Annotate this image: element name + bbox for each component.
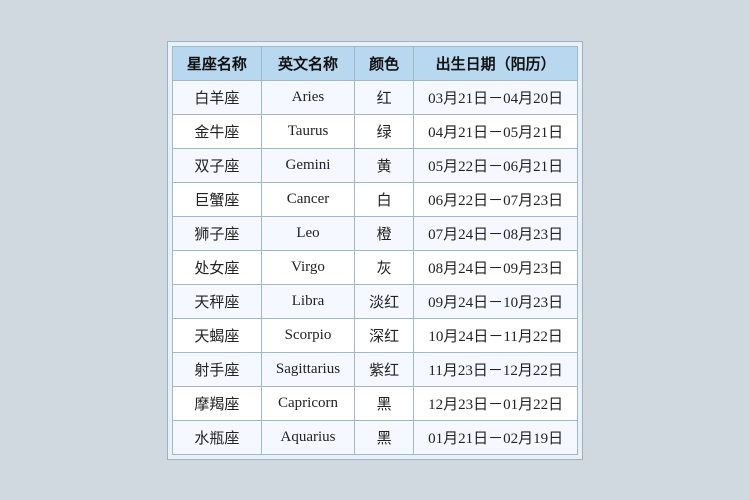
zodiac-table: 星座名称 英文名称 颜色 出生日期（阳历） 白羊座Aries红03月21日－04… bbox=[172, 46, 578, 455]
cell-r7-c0: 天蝎座 bbox=[172, 318, 261, 352]
table-row: 射手座Sagittarius紫红11月23日－12月22日 bbox=[172, 352, 577, 386]
col-header-color: 颜色 bbox=[355, 46, 414, 80]
cell-r5-c2: 灰 bbox=[355, 250, 414, 284]
table-row: 狮子座Leo橙07月24日－08月23日 bbox=[172, 216, 577, 250]
cell-r7-c2: 深红 bbox=[355, 318, 414, 352]
table-row: 处女座Virgo灰08月24日－09月23日 bbox=[172, 250, 577, 284]
cell-r4-c1: Leo bbox=[261, 216, 354, 250]
cell-r2-c0: 双子座 bbox=[172, 148, 261, 182]
cell-r9-c0: 摩羯座 bbox=[172, 386, 261, 420]
col-header-chinese-name: 星座名称 bbox=[172, 46, 261, 80]
cell-r10-c2: 黑 bbox=[355, 420, 414, 454]
cell-r6-c2: 淡红 bbox=[355, 284, 414, 318]
table-row: 金牛座Taurus绿04月21日－05月21日 bbox=[172, 114, 577, 148]
cell-r9-c3: 12月23日－01月22日 bbox=[414, 386, 578, 420]
cell-r0-c3: 03月21日－04月20日 bbox=[414, 80, 578, 114]
cell-r1-c0: 金牛座 bbox=[172, 114, 261, 148]
cell-r0-c1: Aries bbox=[261, 80, 354, 114]
table-header-row: 星座名称 英文名称 颜色 出生日期（阳历） bbox=[172, 46, 577, 80]
cell-r9-c1: Capricorn bbox=[261, 386, 354, 420]
cell-r8-c2: 紫红 bbox=[355, 352, 414, 386]
table-row: 水瓶座Aquarius黑01月21日－02月19日 bbox=[172, 420, 577, 454]
cell-r8-c1: Sagittarius bbox=[261, 352, 354, 386]
cell-r9-c2: 黑 bbox=[355, 386, 414, 420]
cell-r2-c2: 黄 bbox=[355, 148, 414, 182]
cell-r8-c0: 射手座 bbox=[172, 352, 261, 386]
zodiac-table-container: 星座名称 英文名称 颜色 出生日期（阳历） 白羊座Aries红03月21日－04… bbox=[167, 41, 583, 460]
cell-r7-c3: 10月24日－11月22日 bbox=[414, 318, 578, 352]
table-row: 摩羯座Capricorn黑12月23日－01月22日 bbox=[172, 386, 577, 420]
cell-r5-c0: 处女座 bbox=[172, 250, 261, 284]
cell-r2-c3: 05月22日－06月21日 bbox=[414, 148, 578, 182]
cell-r6-c0: 天秤座 bbox=[172, 284, 261, 318]
cell-r3-c0: 巨蟹座 bbox=[172, 182, 261, 216]
cell-r0-c2: 红 bbox=[355, 80, 414, 114]
cell-r10-c1: Aquarius bbox=[261, 420, 354, 454]
table-row: 巨蟹座Cancer白06月22日－07月23日 bbox=[172, 182, 577, 216]
cell-r1-c3: 04月21日－05月21日 bbox=[414, 114, 578, 148]
cell-r4-c3: 07月24日－08月23日 bbox=[414, 216, 578, 250]
cell-r4-c0: 狮子座 bbox=[172, 216, 261, 250]
table-row: 双子座Gemini黄05月22日－06月21日 bbox=[172, 148, 577, 182]
cell-r1-c1: Taurus bbox=[261, 114, 354, 148]
cell-r10-c3: 01月21日－02月19日 bbox=[414, 420, 578, 454]
cell-r4-c2: 橙 bbox=[355, 216, 414, 250]
cell-r10-c0: 水瓶座 bbox=[172, 420, 261, 454]
cell-r1-c2: 绿 bbox=[355, 114, 414, 148]
table-row: 天秤座Libra淡红09月24日－10月23日 bbox=[172, 284, 577, 318]
col-header-english-name: 英文名称 bbox=[261, 46, 354, 80]
cell-r3-c2: 白 bbox=[355, 182, 414, 216]
table-body: 白羊座Aries红03月21日－04月20日金牛座Taurus绿04月21日－0… bbox=[172, 80, 577, 454]
cell-r5-c1: Virgo bbox=[261, 250, 354, 284]
cell-r6-c1: Libra bbox=[261, 284, 354, 318]
col-header-birthday: 出生日期（阳历） bbox=[414, 46, 578, 80]
cell-r6-c3: 09月24日－10月23日 bbox=[414, 284, 578, 318]
cell-r2-c1: Gemini bbox=[261, 148, 354, 182]
cell-r8-c3: 11月23日－12月22日 bbox=[414, 352, 578, 386]
cell-r3-c3: 06月22日－07月23日 bbox=[414, 182, 578, 216]
table-row: 白羊座Aries红03月21日－04月20日 bbox=[172, 80, 577, 114]
table-row: 天蝎座Scorpio深红10月24日－11月22日 bbox=[172, 318, 577, 352]
cell-r5-c3: 08月24日－09月23日 bbox=[414, 250, 578, 284]
cell-r0-c0: 白羊座 bbox=[172, 80, 261, 114]
cell-r3-c1: Cancer bbox=[261, 182, 354, 216]
cell-r7-c1: Scorpio bbox=[261, 318, 354, 352]
